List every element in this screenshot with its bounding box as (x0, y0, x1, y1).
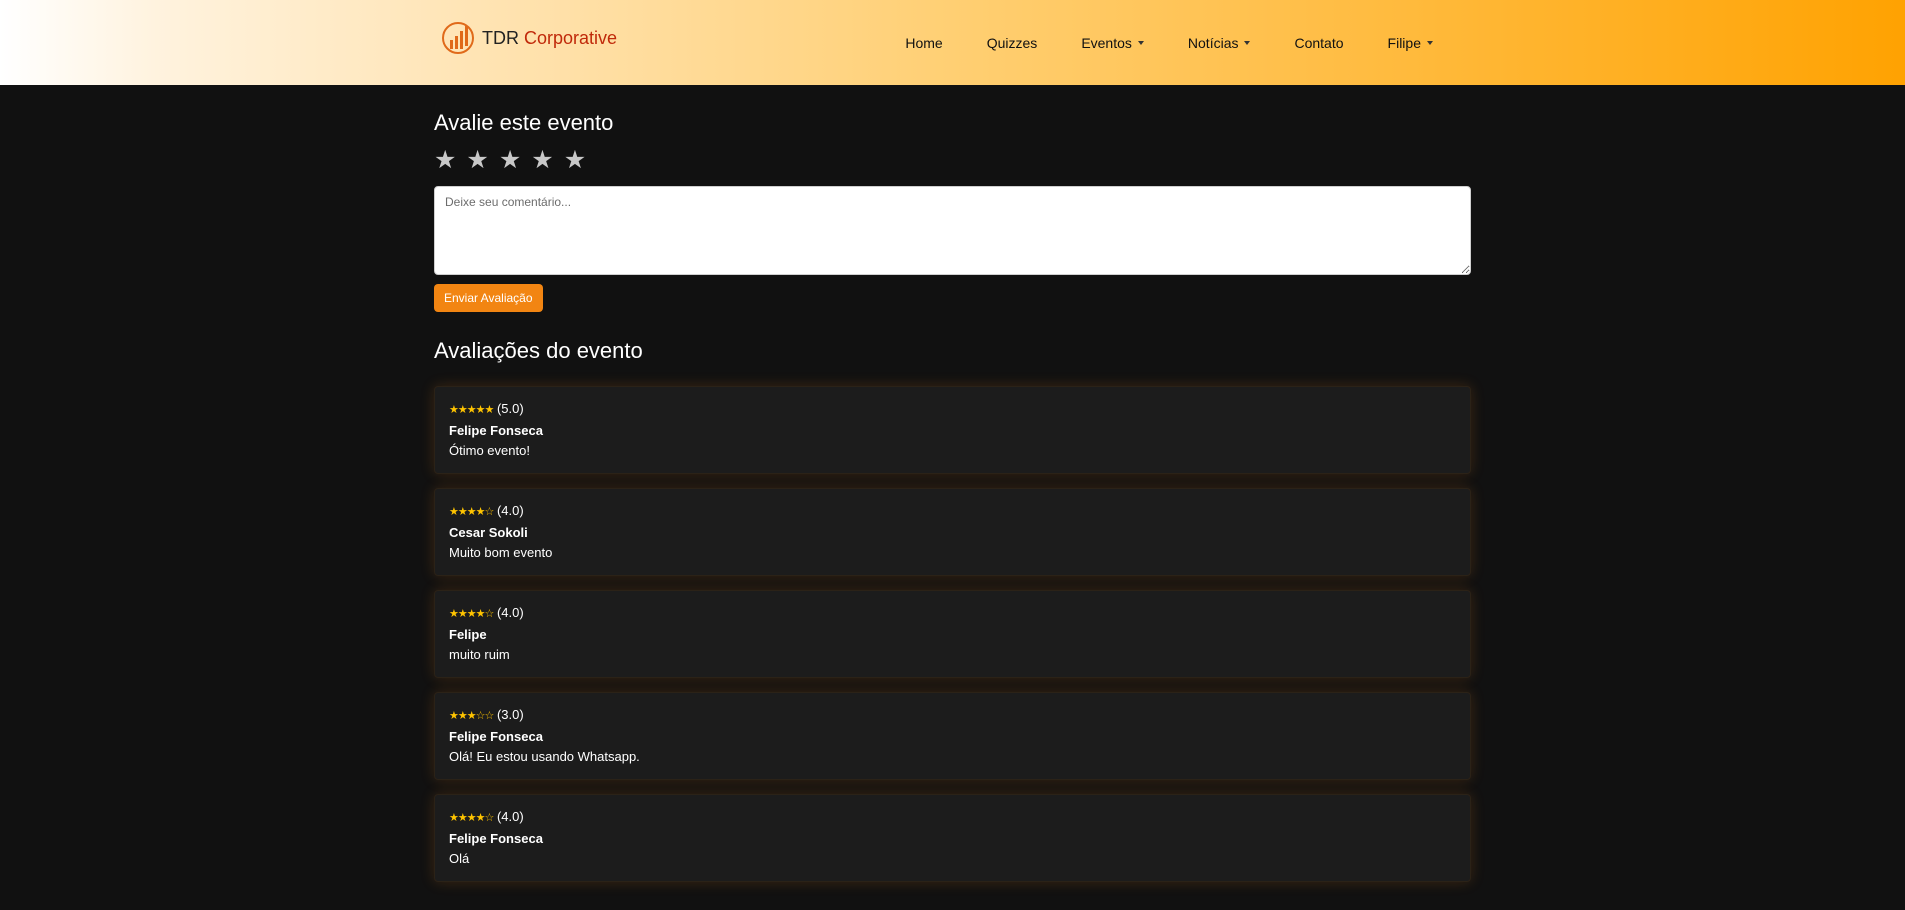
nav-contato-label: Contato (1294, 34, 1344, 51)
review-score: (4.0) (496, 605, 524, 620)
brand-name: TDR Corporative (482, 28, 617, 49)
nav-home[interactable]: Home (883, 35, 964, 51)
brand-accent: Corporative (524, 27, 618, 48)
nav-quizzes-label: Quizzes (986, 34, 1038, 51)
nav-noticias-dropdown[interactable]: Notícias (1166, 35, 1273, 51)
caret-down-icon (1427, 40, 1433, 45)
review-rating: ★★★★☆ (4.0) (449, 809, 1456, 826)
nav-links: Home Quizzes Eventos Notícias Contato Fi… (883, 0, 1455, 85)
caret-down-icon (1137, 40, 1144, 45)
review-score: (4.0) (496, 809, 524, 824)
star-icon[interactable]: ★ (531, 148, 553, 173)
star-icon[interactable]: ★ (564, 148, 586, 173)
nav-home-label: Home (905, 34, 943, 51)
review-author: Felipe (449, 627, 487, 642)
brand-prefix: TDR (482, 27, 519, 48)
main-content: Avalie este evento ★ ★ ★ ★ ★ Enviar Aval… (434, 85, 1471, 896)
review-card: ★★★★☆ (4.0) Cesar Sokoli Muito bom event… (434, 488, 1471, 576)
nav-noticias-label: Notícias (1187, 34, 1239, 51)
nav-quizzes[interactable]: Quizzes (965, 35, 1060, 51)
review-score: (4.0) (496, 503, 524, 518)
comment-textarea[interactable] (434, 186, 1471, 275)
star-rating-icon: ★★★★☆ (449, 608, 494, 620)
reviews-title: Avaliações do evento (434, 338, 643, 363)
review-score: (3.0) (496, 707, 524, 722)
caret-down-icon (1244, 40, 1251, 45)
review-rating: ★★★☆☆ (3.0) (449, 707, 1456, 724)
star-icon[interactable]: ★ (466, 148, 488, 173)
review-card: ★★★★★ (5.0) Felipe Fonseca Ótimo evento! (434, 386, 1471, 474)
review-author: Felipe Fonseca (449, 831, 543, 846)
review-card: ★★★★☆ (4.0) Felipe Fonseca Olá (434, 794, 1471, 882)
star-rating-icon: ★★★★★ (449, 404, 494, 416)
rate-event-title: Avalie este evento (434, 110, 614, 135)
submit-review-button[interactable]: Enviar Avaliação (434, 284, 543, 312)
review-list: ★★★★★ (5.0) Felipe Fonseca Ótimo evento!… (434, 386, 1471, 882)
review-card: ★★★☆☆ (3.0) Felipe Fonseca Olá! Eu estou… (434, 692, 1471, 780)
bar-chart-circle-icon (442, 22, 474, 54)
review-text: Olá (449, 851, 470, 866)
nav-user-dropdown[interactable]: Filipe (1366, 35, 1455, 51)
star-rating-icon: ★★★★☆ (449, 812, 494, 824)
review-card: ★★★★☆ (4.0) Felipe muito ruim (434, 590, 1471, 678)
review-rating: ★★★★★ (5.0) (449, 401, 1456, 418)
review-rating: ★★★★☆ (4.0) (449, 605, 1456, 622)
rating-star-input: ★ ★ ★ ★ ★ (434, 148, 1471, 173)
star-rating-icon: ★★★☆☆ (449, 710, 494, 722)
review-text: Ótimo evento! (449, 443, 530, 458)
star-icon[interactable]: ★ (434, 148, 456, 173)
star-icon[interactable]: ★ (499, 148, 521, 173)
brand-link[interactable]: TDR Corporative (440, 18, 617, 58)
review-rating: ★★★★☆ (4.0) (449, 503, 1456, 520)
review-author: Cesar Sokoli (449, 525, 528, 540)
nav-contato[interactable]: Contato (1272, 35, 1365, 51)
review-text: muito ruim (449, 647, 510, 662)
top-navbar: TDR Corporative Home Quizzes Eventos Not… (0, 0, 1905, 85)
review-author: Felipe Fonseca (449, 423, 543, 438)
nav-eventos-dropdown[interactable]: Eventos (1059, 35, 1166, 51)
review-text: Olá! Eu estou usando Whatsapp. (449, 749, 640, 764)
star-rating-icon: ★★★★☆ (449, 506, 494, 518)
review-author: Felipe Fonseca (449, 729, 543, 744)
nav-user-label: Filipe (1387, 34, 1421, 51)
nav-eventos-label: Eventos (1081, 34, 1132, 51)
review-score: (5.0) (496, 401, 524, 416)
review-text: Muito bom evento (449, 545, 553, 560)
